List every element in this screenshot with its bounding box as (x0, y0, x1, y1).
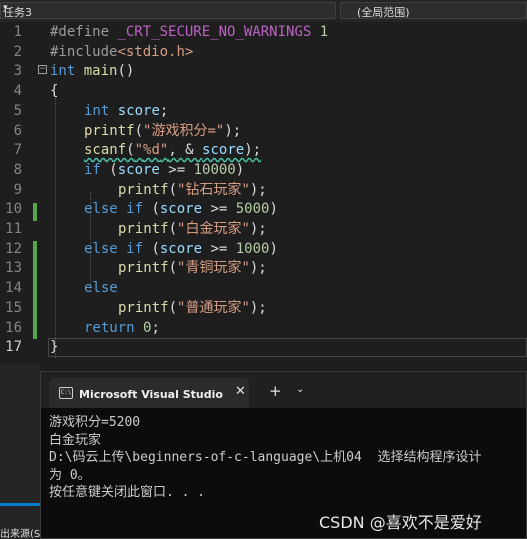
line-number: 7 (13, 142, 22, 159)
code-text: printf("游戏积分="); (84, 122, 242, 139)
code-line: 1 #define _CRT_SECURE_NO_WARNINGS 1 (0, 23, 527, 43)
code-line: 11 printf("白金玩家"); (0, 220, 527, 240)
terminal-tab-title: Microsoft Visual Studio 调试控制台 (79, 388, 227, 401)
console-line: 白金玩家 (49, 432, 102, 448)
console-output: 游戏积分=5200 白金玩家 D:\码云上传\beginners-of-c-la… (49, 414, 527, 502)
line-number: 12 (5, 240, 22, 257)
code-line: 9 printf("钻石玩家"); (0, 181, 527, 201)
code-text: return 0; (84, 319, 160, 336)
code-line: 6 printf("游戏积分="); (0, 122, 527, 142)
code-text: printf("青铜玩家"); (118, 260, 267, 277)
code-line: 4 { (0, 82, 527, 102)
debug-console-window[interactable]: C:\ Microsoft Visual Studio 调试控制台 ✕ + ⌄ … (40, 371, 527, 539)
code-line: 8 if (score >= 10000) (0, 161, 527, 181)
output-panel-strip (0, 364, 40, 539)
scope-dropdown-label: (全局范围) (357, 6, 410, 19)
code-line: 10 else if (score >= 5000) (0, 200, 527, 220)
current-line-highlight (48, 338, 527, 357)
code-line: 13 printf("青铜玩家"); (0, 259, 527, 279)
code-line: 14 else (0, 279, 527, 299)
ide-window: 任务3 ▾ (全局范围) 1 #define _CRT_SECURE_NO_WA… (0, 0, 527, 539)
line-number: 1 (13, 24, 22, 40)
line-number: 13 (5, 260, 22, 277)
code-text: else (84, 280, 118, 297)
code-line: 7 scanf("%d", & score); (0, 141, 527, 161)
code-text: int score; (84, 102, 169, 119)
line-number: 16 (5, 319, 22, 336)
line-number: 17 (5, 339, 22, 356)
line-number: 10 (5, 201, 22, 218)
output-source-label: 出来源(S): (0, 529, 40, 539)
console-icon: C:\ (59, 387, 73, 399)
line-number: 14 (5, 280, 22, 297)
code-text: scanf("%d", & score); (84, 142, 262, 159)
code-line: 2 #include<stdio.h> (0, 43, 527, 63)
line-number: 2 (13, 43, 22, 60)
fold-toggle-icon[interactable]: − (38, 65, 47, 75)
code-text: #define _CRT_SECURE_NO_WARNINGS 1 (50, 24, 329, 40)
line-number: 6 (13, 122, 22, 139)
code-line: 12 else if (score >= 1000) (0, 240, 527, 260)
code-text: int main() (50, 63, 135, 80)
close-icon[interactable]: ✕ (235, 384, 246, 399)
watermark: CSDN @喜欢不是爱好 (319, 513, 482, 532)
line-number: 4 (13, 83, 22, 100)
code-editor[interactable]: 1 #define _CRT_SECURE_NO_WARNINGS 1 2 #i… (0, 22, 527, 364)
code-text: printf("白金玩家"); (118, 221, 267, 237)
code-text: printf("普通玩家"); (118, 299, 267, 316)
project-dropdown[interactable]: 任务3 ▾ (0, 2, 336, 19)
chevron-down-icon: ▾ (3, 3, 8, 13)
new-tab-button[interactable]: + (269, 382, 282, 400)
code-line: 3 − int main() (0, 62, 527, 82)
terminal-tab-bar: C:\ Microsoft Visual Studio 调试控制台 ✕ + ⌄ (41, 372, 526, 408)
line-number: 8 (13, 161, 22, 178)
code-text: printf("钻石玩家"); (118, 181, 267, 198)
console-line: 为 0。 (49, 467, 91, 483)
line-number: 3 (13, 63, 22, 80)
navigation-bar: 任务3 ▾ (全局范围) (0, 0, 527, 23)
console-line: 游戏积分=5200 (49, 415, 141, 430)
terminal-tab[interactable]: C:\ Microsoft Visual Studio 调试控制台 ✕ (49, 378, 249, 408)
code-line: 16 return 0; (0, 319, 527, 339)
chevron-down-icon[interactable]: ⌄ (296, 384, 304, 395)
code-text: #include<stdio.h> (50, 43, 194, 60)
code-text: { (50, 83, 59, 100)
code-text: else if (score >= 1000) (84, 240, 278, 257)
console-line: 按任意键关闭此窗口. . . (49, 485, 206, 500)
code-line: 5 int score; (0, 102, 527, 122)
line-number: 15 (5, 299, 22, 316)
line-number: 9 (13, 181, 22, 198)
code-line: 15 printf("普通玩家"); (0, 299, 527, 319)
line-number: 5 (13, 102, 22, 119)
line-number: 11 (5, 221, 22, 237)
console-line: D:\码云上传\beginners-of-c-language\上机04 选择结… (49, 450, 482, 465)
code-text: if (score >= 10000) (84, 161, 245, 178)
panel-accent-bar (0, 503, 40, 506)
code-text: else if (score >= 5000) (84, 201, 278, 218)
scope-dropdown[interactable]: (全局范围) (340, 2, 527, 19)
